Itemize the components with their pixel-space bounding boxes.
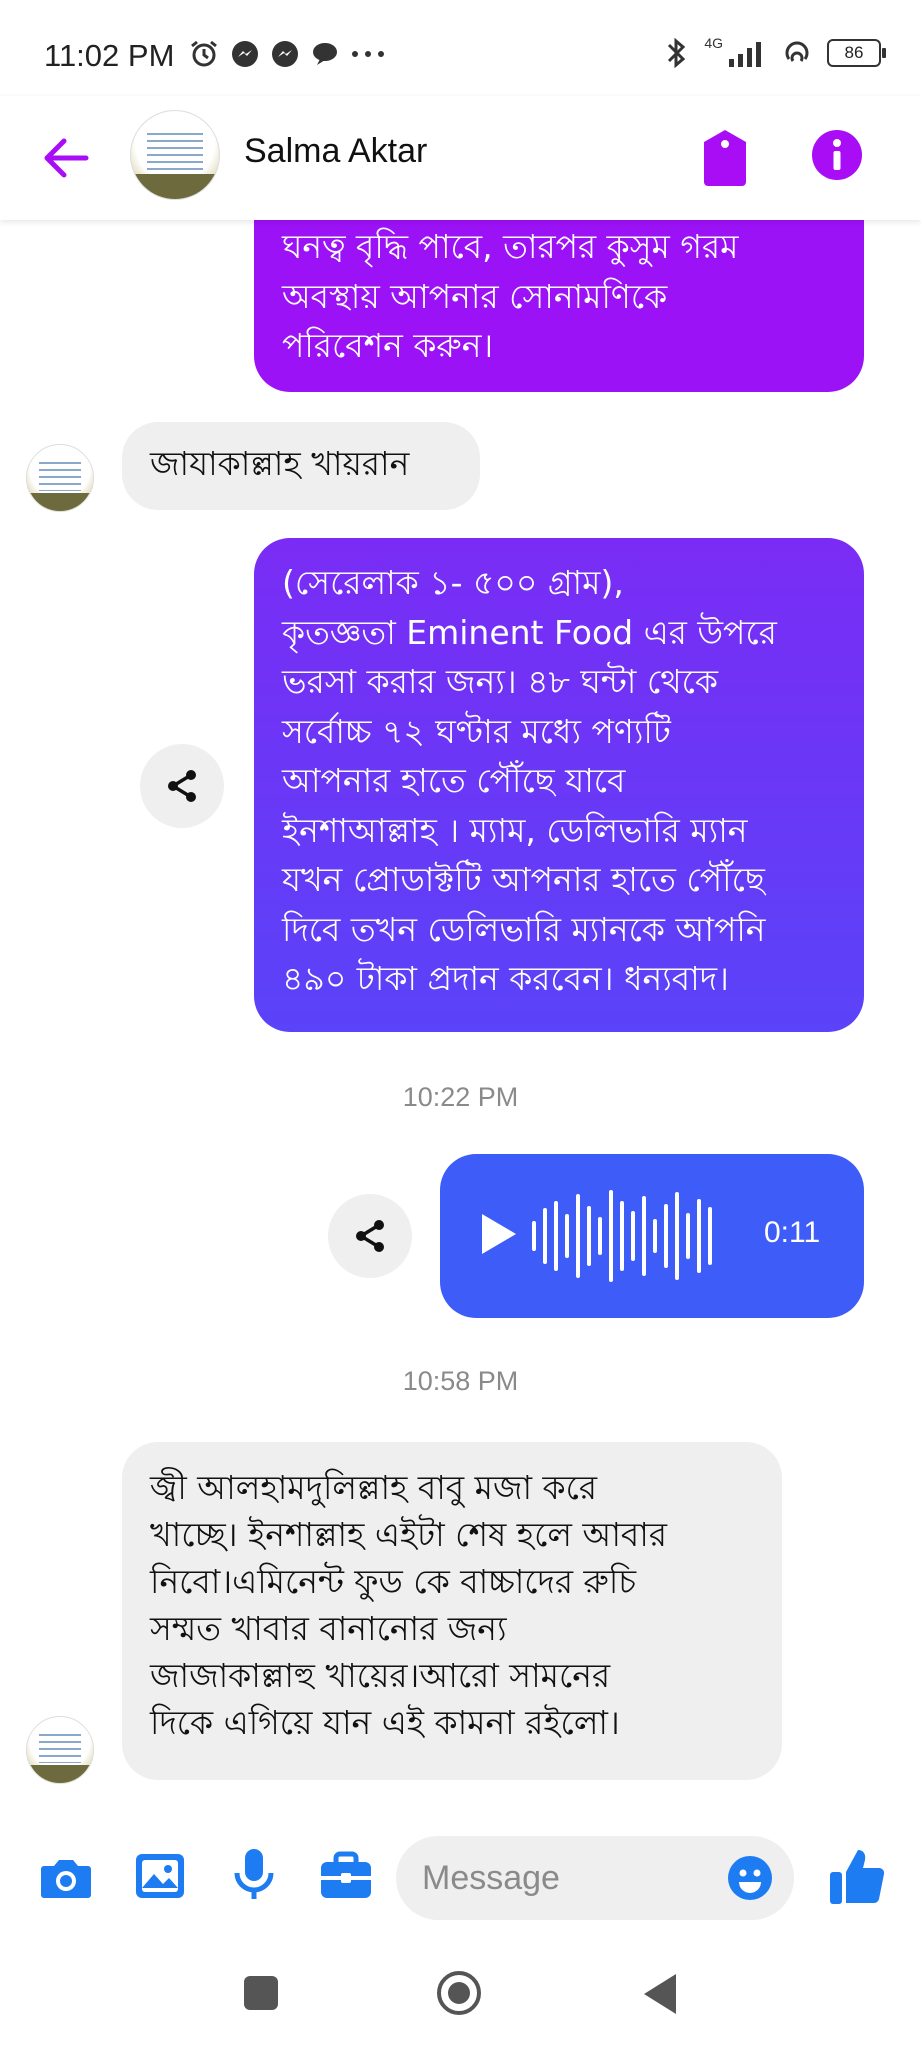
back-button[interactable] bbox=[640, 1972, 680, 2016]
message-line: ইনশাআল্লাহ । ম্যাম, ডেলিভারি ম্যান bbox=[282, 810, 748, 850]
bluetooth-icon bbox=[668, 37, 686, 69]
contact-avatar[interactable] bbox=[26, 444, 94, 512]
briefcase-icon[interactable] bbox=[318, 1848, 374, 1904]
share-button[interactable] bbox=[328, 1194, 412, 1278]
message-line: যখন প্রোডাক্টটি আপনার হাতে পৌঁছে bbox=[282, 860, 765, 899]
message-timestamp: 10:22 PM bbox=[402, 1082, 519, 1112]
message-line: ৪৯০ টাকা প্রদান করবেন। ধন্যবাদ। bbox=[282, 959, 729, 998]
messenger-icon bbox=[232, 41, 258, 67]
message-line: জাজাকাল্লাহু খায়ের।আরো সামনের bbox=[150, 1656, 611, 1695]
contact-avatar[interactable] bbox=[130, 110, 220, 200]
alarm-icon bbox=[191, 40, 217, 67]
audio-waveform bbox=[532, 1190, 772, 1282]
message-line: দিকে এগিয়ে যান এই কামনা রইলো। bbox=[150, 1703, 620, 1742]
home-button[interactable] bbox=[436, 1970, 482, 2016]
message-text: জাযাকাল্লাহ খায়রান bbox=[150, 444, 410, 483]
message-line: সর্বোচ্চ ৭২ ঘণ্টার মধ্যে পণ্যটি bbox=[282, 711, 671, 751]
info-icon[interactable] bbox=[810, 128, 864, 182]
message-line: ভরসা করার জন্য। ৪৮ ঘন্টা থেকে bbox=[282, 662, 718, 701]
message-line: পরিবেশন করুন। bbox=[282, 326, 494, 365]
status-notification-icons bbox=[188, 38, 386, 70]
message-line: (সেরেলাক ১- ৫০০ গ্রাম), bbox=[282, 563, 624, 602]
message-timestamp: 10:58 PM bbox=[402, 1366, 519, 1396]
message-line: আপনার হাতে পৌঁছে যাবে bbox=[282, 761, 626, 800]
message-line: সম্মত খাবার বানানোর জন্য bbox=[150, 1609, 507, 1648]
message-line: ঘনত্ব বৃদ্ধি পাবে, তারপর কুসুম গরম bbox=[282, 227, 739, 266]
status-system-icons: 4G 86 bbox=[664, 35, 886, 70]
chat-header: Salma Aktar bbox=[0, 96, 921, 220]
hotspot-icon bbox=[785, 41, 809, 62]
incoming-message-bubble[interactable]: জাযাকাল্লাহ খায়রান bbox=[122, 422, 480, 510]
contact-name[interactable]: Salma Aktar bbox=[244, 132, 427, 171]
voice-duration: 0:11 bbox=[764, 1216, 821, 1249]
share-button[interactable] bbox=[140, 744, 224, 828]
recent-apps-button[interactable] bbox=[244, 1976, 278, 2010]
message-line: দিবে তখন ডেলিভারি ম্যানকে আপনি bbox=[282, 909, 766, 949]
signal-icon bbox=[729, 42, 761, 67]
messenger-icon bbox=[272, 41, 298, 67]
incoming-message-bubble[interactable]: জ্বী আলহামদুলিল্লাহ বাবু মজা করে খাচ্ছে।… bbox=[122, 1442, 782, 1780]
microphone-icon[interactable] bbox=[226, 1846, 282, 1902]
like-icon[interactable] bbox=[828, 1846, 886, 1906]
message-line: খাচ্ছে। ইনশাল্লাহ এইটা শেষ হলে আবার bbox=[150, 1515, 668, 1554]
back-arrow-icon[interactable] bbox=[36, 128, 96, 188]
more-icon bbox=[352, 51, 384, 57]
status-time: 11:02 PM bbox=[44, 38, 175, 73]
voice-message-bubble[interactable]: 0:11 bbox=[440, 1154, 864, 1318]
message-line: কৃতজ্ঞতা Eminent Food এর উপরে bbox=[282, 612, 777, 652]
share-icon bbox=[356, 1220, 384, 1252]
message-line: অবস্থায় আপনার সোনামণিকে bbox=[282, 276, 668, 316]
message-line: জ্বী আলহামদুলিল্লাহ বাবু মজা করে bbox=[150, 1468, 598, 1507]
play-icon[interactable] bbox=[478, 1212, 518, 1256]
gallery-icon[interactable] bbox=[132, 1848, 188, 1904]
outgoing-message-bubble[interactable]: (সেরেলাক ১- ৫০০ গ্রাম), কৃতজ্ঞতা Eminent… bbox=[254, 538, 864, 1032]
chat-icon bbox=[313, 43, 337, 65]
emoji-icon[interactable] bbox=[726, 1854, 774, 1902]
tag-icon[interactable] bbox=[698, 128, 752, 188]
share-icon bbox=[168, 770, 196, 802]
message-line: নিবো।এমিনেন্ট ফুড কে বাচ্চাদের রুচি bbox=[150, 1562, 637, 1601]
network-type: 4G bbox=[704, 35, 723, 51]
battery-indicator: 86 bbox=[827, 39, 886, 67]
camera-icon[interactable] bbox=[38, 1850, 94, 1906]
contact-avatar[interactable] bbox=[26, 1716, 94, 1784]
